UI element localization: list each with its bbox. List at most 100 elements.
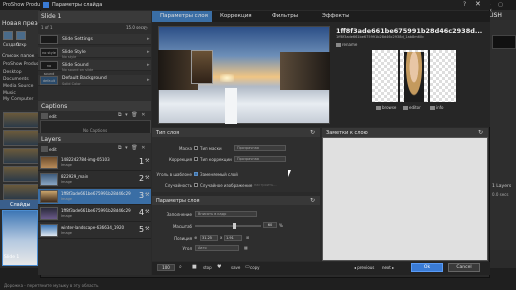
save-icon[interactable]: ♥ [217, 264, 221, 270]
cancel-button[interactable]: Cancel [448, 263, 480, 272]
pencil-icon [336, 43, 341, 47]
layer-number: 1 [139, 157, 145, 166]
position-separator: x [220, 235, 223, 240]
layer-tools-icon[interactable]: ⚒ [145, 175, 149, 181]
fill-label: Заполнение [166, 212, 192, 217]
layer-tools-icon[interactable]: ⚒ [145, 226, 149, 232]
next-button[interactable]: next ▸ [382, 265, 394, 270]
folder-icon [376, 106, 381, 110]
stop-icon[interactable]: ■ [192, 264, 197, 270]
transparency-preview [430, 50, 456, 102]
fill-select[interactable]: Вписать в кадр [195, 211, 257, 217]
zoom-icon[interactable]: ⌕ [179, 264, 182, 270]
chevron-right-icon: ▸ [147, 36, 150, 42]
open-icon[interactable] [16, 31, 26, 40]
copy-label[interactable]: copy [250, 265, 260, 270]
file-thumbnail[interactable] [3, 148, 39, 164]
file-thumbnail[interactable] [3, 112, 39, 128]
refresh-icon[interactable]: ↻ [310, 129, 315, 136]
rename-label: rename [342, 42, 358, 47]
layer-tools-icon[interactable]: ⚒ [145, 158, 149, 164]
angle-select[interactable]: Авто [195, 245, 239, 251]
zoom-input[interactable]: 100 [157, 264, 175, 271]
position-y-input[interactable]: 1.91 [224, 235, 242, 241]
random-image-checkbox[interactable] [194, 183, 198, 187]
slide-sound-value: No sound on slide [62, 68, 94, 72]
add-caption-icon[interactable] [41, 113, 48, 119]
folder-item[interactable]: Documents [3, 77, 29, 82]
correction-type-select[interactable]: Прозрачная [234, 156, 286, 162]
caption-tools[interactable]: ⧉ ▾ 🗑 ✕ [118, 112, 146, 118]
info-icon [430, 106, 435, 110]
right-preview-panel [490, 20, 516, 250]
layer-type: Image [61, 214, 72, 218]
tab-filters[interactable]: Фильтры [272, 13, 298, 19]
dialog-title-bar[interactable] [40, 0, 490, 10]
layer-thumbnail [40, 173, 58, 186]
folder-item[interactable]: Desktop [3, 70, 22, 75]
layer-tools-icon[interactable]: ⚒ [145, 192, 149, 198]
folder-item[interactable]: Music [3, 91, 16, 96]
correction-checkbox[interactable] [194, 157, 198, 161]
close-icon[interactable]: ✕ [475, 0, 481, 8]
slide-duration: 15.0 secs [126, 25, 146, 30]
folder-item[interactable]: ProShow Produce [3, 62, 42, 67]
tab-layer-settings-label[interactable]: Параметры слоя [160, 13, 208, 19]
stop-label[interactable]: stop [203, 265, 212, 270]
tab-effects[interactable]: Эффекты [322, 13, 350, 19]
default-background-badge: default [40, 76, 58, 85]
default-background-label: Default Background [62, 76, 107, 81]
layer-tools-icon[interactable]: ⚒ [145, 209, 149, 215]
mask-type-select[interactable]: Прозрачная [234, 145, 286, 151]
scale-input[interactable]: 60 [263, 222, 277, 228]
layer-name: 1ff8f3ade661be675991b28d46c29 [61, 208, 131, 213]
refresh-icon[interactable]: ↻ [478, 129, 483, 136]
angle-icon[interactable]: ▦ [244, 245, 248, 250]
rename-link[interactable]: rename [336, 42, 357, 47]
help-icon[interactable]: ? [463, 1, 466, 8]
angle-label: Угол [182, 246, 192, 251]
selected-layer-outline[interactable] [191, 50, 213, 84]
layer-type: Image [61, 197, 72, 201]
layer-type: Image [61, 180, 72, 184]
mask-checkbox-label: Тип маски [200, 146, 222, 151]
edit-caption-button[interactable]: edit [49, 114, 57, 119]
ok-button[interactable]: Ok [411, 263, 443, 272]
position-reset-icon[interactable]: ⊞ [246, 235, 249, 240]
position-x-input[interactable]: 31.25 [200, 235, 218, 241]
previous-button[interactable]: ◂ previous [354, 265, 374, 270]
scale-slider[interactable] [195, 225, 261, 227]
layer-type-title: Тип слоя [156, 130, 180, 136]
scale-label: Масштаб [172, 224, 192, 229]
info-button[interactable]: info [430, 105, 444, 110]
position-label: Позиция [174, 236, 192, 241]
add-layer-icon[interactable] [41, 146, 48, 152]
correction-checkbox-label: Тип коррекции [200, 157, 232, 162]
refresh-icon[interactable]: ↻ [310, 197, 315, 204]
file-thumbnail[interactable] [3, 130, 39, 146]
scale-slider-handle[interactable] [232, 223, 236, 229]
open-label: Откр [16, 42, 27, 47]
folder-item[interactable]: Media Source [3, 84, 33, 89]
layer-thumbnail [40, 156, 58, 169]
browse-label: browse [382, 105, 397, 110]
replaceable-layer-checkbox[interactable] [194, 172, 198, 176]
create-icon[interactable] [3, 31, 13, 40]
save-label[interactable]: save [231, 265, 240, 270]
layer-type: Image [61, 163, 72, 167]
file-thumbnail[interactable] [3, 166, 39, 182]
layer-tools[interactable]: ⧉ ▾ 🗑 ✕ [118, 145, 146, 151]
tab-correction[interactable]: Коррекция [220, 13, 252, 19]
notes-textarea[interactable] [322, 137, 488, 261]
browse-button[interactable]: browse [376, 105, 396, 110]
random-configure-link[interactable]: настроить… [254, 183, 277, 187]
mask-checkbox[interactable] [194, 146, 198, 150]
preview-trees-right [280, 52, 330, 90]
editor-button[interactable]: editor [403, 105, 421, 110]
layers-title: Layers [41, 136, 61, 143]
file-thumbnail[interactable] [3, 184, 39, 200]
folder-item[interactable]: My Computer [3, 97, 33, 102]
edit-layer-button[interactable]: edit [49, 147, 57, 152]
position-icon[interactable]: ⊕ [194, 235, 197, 240]
layer-number: 5 [139, 225, 145, 234]
